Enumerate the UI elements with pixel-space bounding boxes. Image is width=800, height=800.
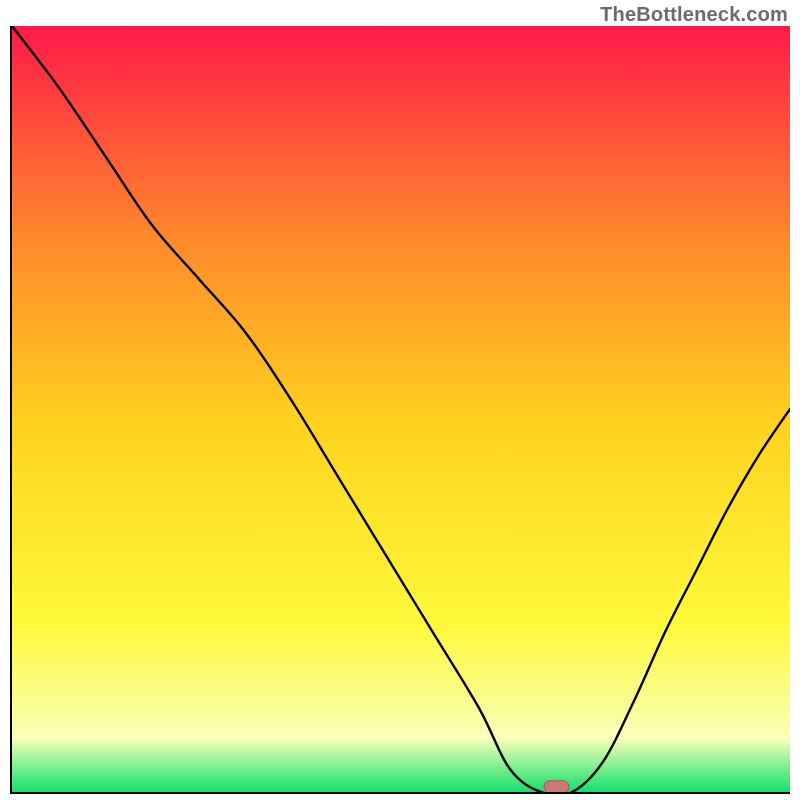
gradient-background <box>12 26 790 792</box>
watermark-text: TheBottleneck.com <box>600 4 788 27</box>
bottleneck-chart <box>12 26 790 792</box>
chart-axes-frame <box>10 26 790 794</box>
optimal-marker <box>544 781 569 792</box>
